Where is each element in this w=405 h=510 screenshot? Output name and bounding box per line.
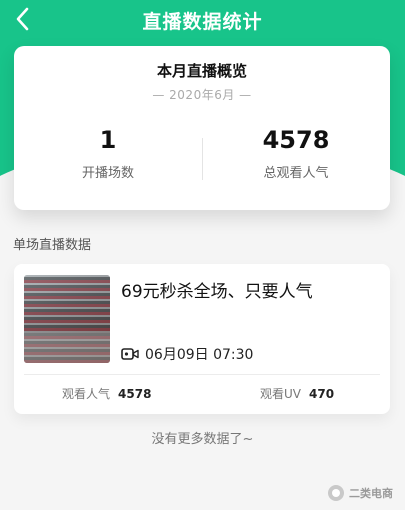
nav-bar: 直播数据统计 bbox=[0, 0, 405, 40]
monthly-summary-card: 本月直播概览 — 2020年6月 — 1 开播场数 4578 总观看人气 bbox=[14, 46, 390, 210]
section-title-single-live: 单场直播数据 bbox=[13, 238, 92, 253]
live-session-card[interactable]: 69元秒杀全场、只要人气 06月09日 07:30 观看人气 4578 观看UV 4… bbox=[14, 264, 390, 414]
metric-views: 观看人气 4578 bbox=[62, 385, 151, 402]
metric-label: 观看UV bbox=[260, 387, 301, 401]
stat-label: 总观看人气 bbox=[263, 166, 329, 181]
live-time-row: 06月09日 07:30 bbox=[121, 344, 253, 364]
card-divider bbox=[24, 374, 380, 375]
stat-total-views: 4578 总观看人气 bbox=[202, 126, 390, 181]
metric-value: 4578 bbox=[118, 387, 152, 401]
stat-label: 开播场数 bbox=[81, 166, 134, 181]
metric-uv: 观看UV 470 bbox=[260, 385, 334, 402]
summary-title: 本月直播概览 bbox=[156, 62, 247, 80]
summary-period: — 2020年6月 — bbox=[152, 88, 252, 102]
metric-value: 470 bbox=[309, 387, 335, 401]
chevron-left-icon[interactable] bbox=[8, 5, 36, 33]
video-camera-icon bbox=[121, 348, 139, 360]
stat-live-count: 1 开播场数 bbox=[14, 126, 202, 181]
watermark-text: 二类电商 bbox=[349, 487, 393, 500]
live-title: 69元秒杀全场、只要人气 bbox=[121, 282, 313, 302]
no-more-data-text: 没有更多数据了~ bbox=[151, 432, 254, 447]
page-title: 直播数据统计 bbox=[142, 10, 263, 33]
live-stats-page: 直播数据统计 本月直播概览 — 2020年6月 — 1 开播场数 4578 总观… bbox=[0, 0, 405, 510]
live-thumbnail bbox=[24, 275, 110, 363]
live-time: 06月09日 07:30 bbox=[145, 347, 254, 363]
watermark: 二类电商 bbox=[328, 485, 393, 501]
metric-label: 观看人气 bbox=[62, 387, 111, 401]
wechat-logo-icon bbox=[328, 485, 344, 501]
stat-value: 4578 bbox=[262, 126, 330, 154]
stat-value: 1 bbox=[99, 126, 117, 154]
